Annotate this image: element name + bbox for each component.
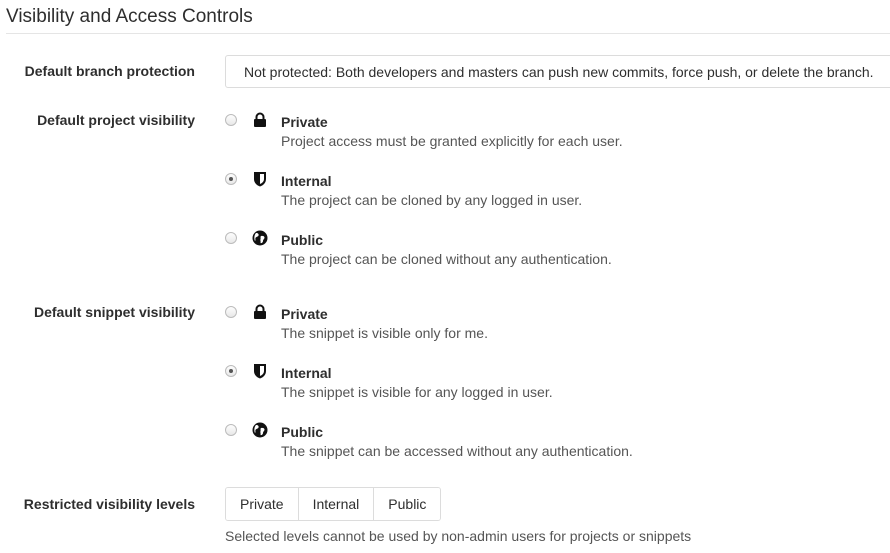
lock-icon [254,112,266,127]
restricted-levels-help-text: Selected levels cannot be used by non-ad… [225,528,692,544]
snippet-internal-radio[interactable] [225,365,237,377]
branch-protection-label: Default branch protection [24,63,195,79]
project-private-radio[interactable] [225,114,237,126]
restricted-public-button[interactable]: Public [374,488,441,520]
restricted-levels-label: Restricted visibility levels [23,496,195,512]
restricted-internal-button[interactable]: Internal [298,488,375,520]
snippet-private-radio[interactable] [225,306,237,318]
restricted-private-button[interactable]: Private [226,488,299,520]
option-title: Public [281,232,324,248]
shield-icon [254,172,266,187]
restricted-levels-button-group: Private Internal Public [225,487,442,521]
globe-icon [252,422,268,438]
option-description: The project can be cloned without any au… [281,251,612,267]
option-title: Private [281,114,328,130]
option-description: The project can be cloned by any logged … [281,192,583,208]
project-internal-radio[interactable] [225,173,237,185]
section-divider [6,33,890,34]
option-title: Internal [281,173,332,189]
branch-protection-select[interactable]: Not protected: Both developers and maste… [225,55,890,88]
project-public-radio[interactable] [225,232,237,244]
lock-icon [254,304,266,319]
option-title: Public [281,424,324,440]
globe-icon [252,230,268,246]
project-visibility-label: Default project visibility [37,112,195,128]
option-description: Project access must be granted explicitl… [281,133,623,149]
option-title: Private [281,306,328,322]
option-description: The snippet is visible only for me. [281,325,488,341]
shield-icon [254,364,266,379]
option-description: The snippet can be accessed without any … [281,443,633,459]
snippet-public-radio[interactable] [225,424,237,436]
option-title: Internal [281,365,332,381]
section-title: Visibility and Access Controls [6,6,253,27]
snippet-visibility-label: Default snippet visibility [33,304,195,320]
option-description: The snippet is visible for any logged in… [281,384,553,400]
